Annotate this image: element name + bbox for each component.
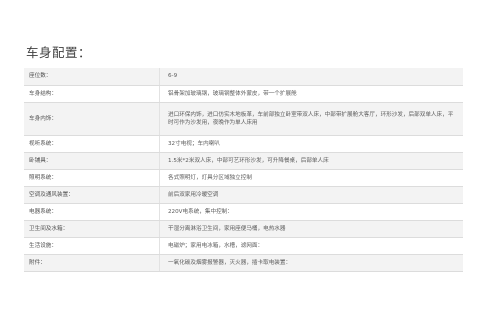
row-label: 空调及通风装置： xyxy=(24,186,160,204)
row-label: 卧铺具： xyxy=(24,152,160,170)
spec-page: 车身配置： 座位数： 6-9 车身结构： 铝骨架加玻璃钢，玻璃钢整体外蒙皮，带一… xyxy=(0,0,480,320)
row-label: 卫生间及水箱： xyxy=(24,220,160,238)
row-label: 照明系统： xyxy=(24,169,160,187)
spec-table: 座位数： 6-9 车身结构： 铝骨架加玻璃钢，玻璃钢整体外蒙皮，带一个扩展舱 车… xyxy=(24,68,463,272)
table-row: 电器系统： 220V电系统，集中控制： xyxy=(24,203,463,221)
row-label: 电器系统： xyxy=(24,203,160,221)
row-value: 各式照明灯，灯具分区域独立控制 xyxy=(159,169,463,187)
row-value: 220V电系统，集中控制： xyxy=(159,203,463,221)
row-value: 1.5米*2米双人床，中部可艺环形沙发，可升降餐桌，后部单人床 xyxy=(159,152,463,170)
section-title: 车身配置： xyxy=(26,45,92,60)
row-value: 进口环保内饰，进口仿实木地板革，车前部独立卧室带双人床，中部带扩展舱大客厅，环形… xyxy=(159,102,463,136)
row-value: 一氧化碳及烟雾报警器，灭火器，插卡取电装置： xyxy=(159,254,463,272)
row-value: 32寸电视；车内喇叭 xyxy=(159,135,463,153)
row-label: 座位数： xyxy=(24,68,160,86)
table-row: 附件： 一氧化碳及烟雾报警器，灭火器，插卡取电装置： xyxy=(24,254,463,272)
row-label: 车身内饰： xyxy=(24,102,160,136)
table-row: 空调及通风装置： 前后双家用冷暖空调 xyxy=(24,186,463,204)
table-row: 座位数： 6-9 xyxy=(24,68,463,86)
row-value: 6-9 xyxy=(159,68,463,86)
row-label: 附件： xyxy=(24,254,160,272)
table-row: 卧铺具： 1.5米*2米双人床，中部可艺环形沙发，可升降餐桌，后部单人床 xyxy=(24,152,463,170)
table-row: 生活设施： 电磁炉；家用电冰箱，水槽，滤网面： xyxy=(24,237,463,255)
table-row: 车身内饰： 进口环保内饰，进口仿实木地板革，车前部独立卧室带双人床，中部带扩展舱… xyxy=(24,102,463,136)
table-row: 照明系统： 各式照明灯，灯具分区域独立控制 xyxy=(24,169,463,187)
table-row: 视听系统： 32寸电视；车内喇叭 xyxy=(24,135,463,153)
row-value: 前后双家用冷暖空调 xyxy=(159,186,463,204)
table-row: 卫生间及水箱： 干湿分离淋浴卫生间，家用座便马桶，电热水器 xyxy=(24,220,463,238)
row-value: 电磁炉；家用电冰箱，水槽，滤网面： xyxy=(159,237,463,255)
table-row: 车身结构： 铝骨架加玻璃钢，玻璃钢整体外蒙皮，带一个扩展舱 xyxy=(24,85,463,103)
row-label: 车身结构： xyxy=(24,85,160,103)
row-value: 干湿分离淋浴卫生间，家用座便马桶，电热水器 xyxy=(159,220,463,238)
row-value: 铝骨架加玻璃钢，玻璃钢整体外蒙皮，带一个扩展舱 xyxy=(159,85,463,103)
row-label: 生活设施： xyxy=(24,237,160,255)
row-label: 视听系统： xyxy=(24,135,160,153)
